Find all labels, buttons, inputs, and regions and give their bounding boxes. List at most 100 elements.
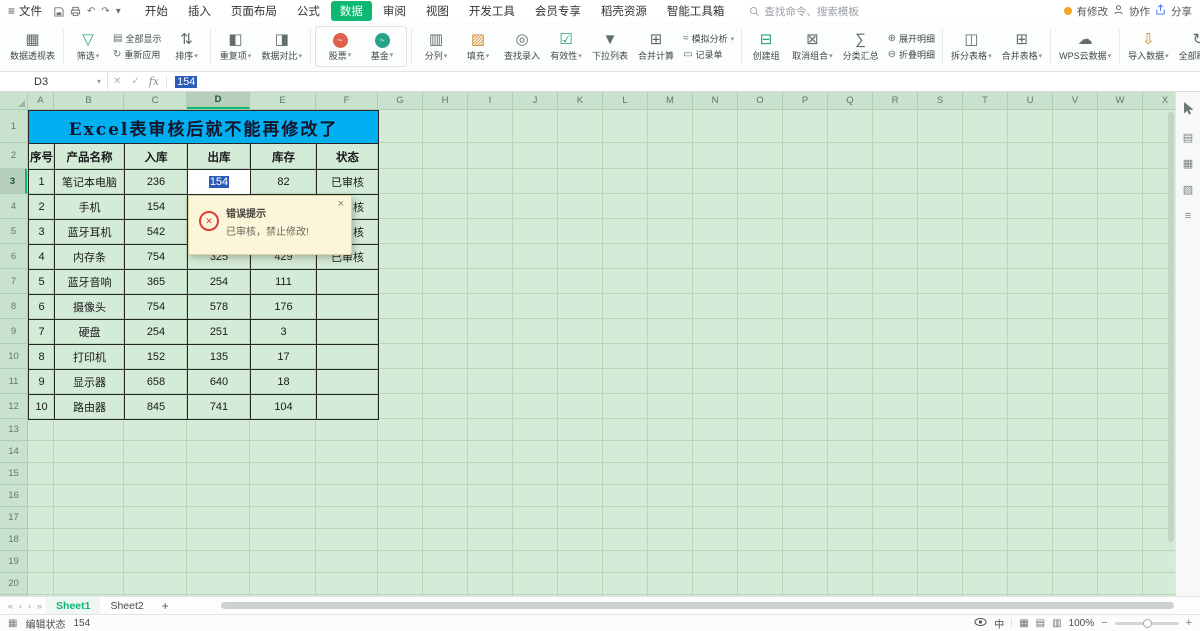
ribbon-button-数据透视表[interactable]: ▦ 数据透视表 (6, 24, 59, 69)
ribbon-button-模拟分析[interactable]: ≈ 模拟分析 ▾ (683, 32, 734, 45)
cell-C4[interactable]: 154 (125, 195, 188, 220)
rail-panel-icon-3[interactable]: ▧ (1183, 185, 1193, 196)
header-cell-出库[interactable]: 出库 (188, 144, 251, 170)
column-header-G[interactable]: G (378, 92, 423, 109)
file-menu[interactable]: 文件 (19, 3, 42, 19)
header-cell-产品名称[interactable]: 产品名称 (55, 144, 125, 170)
column-header-W[interactable]: W (1098, 92, 1143, 109)
cell-E10[interactable]: 17 (251, 345, 317, 370)
page-layout-view-icon[interactable]: ▤ (1036, 618, 1045, 629)
cell-E12[interactable]: 104 (251, 395, 317, 420)
cell-E7[interactable]: 111 (251, 270, 317, 295)
cell-C6[interactable]: 754 (125, 245, 188, 270)
cell-D12[interactable]: 741 (188, 395, 251, 420)
cell-C12[interactable]: 845 (125, 395, 188, 420)
sheet-tab-Sheet1[interactable]: Sheet1 (46, 597, 101, 614)
cell-A6[interactable]: 4 (29, 245, 55, 270)
row-header-20[interactable]: 20 (0, 573, 27, 595)
column-header-Q[interactable]: Q (828, 92, 873, 109)
row-header-15[interactable]: 15 (0, 463, 27, 485)
cancel-edit-icon[interactable]: ✕ (108, 76, 126, 87)
cell-A4[interactable]: 2 (29, 195, 55, 220)
column-header-E[interactable]: E (250, 92, 316, 109)
confirm-edit-icon[interactable]: ✓ (126, 76, 144, 87)
row-header-14[interactable]: 14 (0, 441, 27, 463)
sheet-area[interactable]: ABCDEFGHIJKLMNOPQRSTUVWX 1 2 3 4 5 6 7 8 9 10 11 12… (0, 92, 1175, 596)
column-header-X[interactable]: X (1143, 92, 1175, 109)
ribbon-button-基金[interactable]: ~ 基金 ▾ (362, 27, 402, 66)
undo-icon[interactable]: ↶ (87, 6, 95, 17)
cell-B9[interactable]: 硬盘 (55, 320, 125, 345)
cell-D10[interactable]: 135 (188, 345, 251, 370)
cell-C3[interactable]: 236 (125, 170, 188, 195)
rail-panel-icon-1[interactable]: ▤ (1183, 133, 1193, 144)
cell-C8[interactable]: 754 (125, 295, 188, 320)
header-cell-入库[interactable]: 入库 (125, 144, 188, 170)
quickbar-more-icon[interactable]: ▾ (116, 6, 121, 17)
column-header-A[interactable]: A (28, 92, 54, 109)
ribbon-button-有效性[interactable]: ☑ 有效性 ▾ (546, 24, 586, 69)
cell-F12[interactable] (317, 395, 379, 420)
normal-view-icon[interactable]: ▦ (1019, 618, 1028, 629)
column-header-F[interactable]: F (316, 92, 378, 109)
ribbon-button-取消组合[interactable]: ⊠ 取消组合 ▾ (788, 24, 837, 69)
cell-A12[interactable]: 10 (29, 395, 55, 420)
column-header-T[interactable]: T (963, 92, 1008, 109)
ribbon-button-全部刷新[interactable]: ↻全部刷新▾ (1175, 24, 1200, 69)
row-header-6[interactable]: 6 (0, 244, 27, 269)
column-header-B[interactable]: B (54, 92, 124, 109)
row-header-1[interactable]: 1 (0, 110, 27, 143)
menu-tab-稻壳资源[interactable]: 稻壳资源 (592, 1, 656, 21)
row-header-13[interactable]: 13 (0, 419, 27, 441)
cell-E3[interactable]: 82 (251, 170, 317, 195)
dialog-close-button[interactable]: × (338, 198, 344, 210)
cell-B5[interactable]: 蓝牙耳机 (55, 220, 125, 245)
header-cell-状态[interactable]: 状态 (317, 144, 379, 170)
horizontal-scroll-thumb[interactable] (220, 602, 1174, 609)
menu-tab-视图[interactable]: 视图 (417, 1, 458, 21)
menu-tab-审阅[interactable]: 审阅 (374, 1, 415, 21)
cell-A5[interactable]: 3 (29, 220, 55, 245)
row-header-10[interactable]: 10 (0, 344, 27, 369)
row-header-4[interactable]: 4 (0, 194, 27, 219)
menu-tab-开发工具[interactable]: 开发工具 (460, 1, 524, 21)
header-cell-序号[interactable]: 序号 (29, 144, 55, 170)
row-header-5[interactable]: 5 (0, 219, 27, 244)
cell-F3[interactable]: 已审核 (317, 170, 379, 195)
row-header-21[interactable]: 21 (0, 595, 27, 596)
ribbon-button-创建组[interactable]: ⊟ 创建组 (746, 24, 786, 69)
header-cell-库存[interactable]: 库存 (251, 144, 317, 170)
menu-tab-公式[interactable]: 公式 (288, 1, 329, 21)
cell-B4[interactable]: 手机 (55, 195, 125, 220)
cell-C5[interactable]: 542 (125, 220, 188, 245)
save-icon[interactable] (53, 6, 64, 17)
column-header-O[interactable]: O (738, 92, 783, 109)
horizontal-scrollbar[interactable] (217, 601, 1184, 610)
vertical-scroll-thumb[interactable] (1168, 112, 1174, 542)
cell-A8[interactable]: 6 (29, 295, 55, 320)
zoom-slider[interactable] (1114, 618, 1179, 628)
row-header-19[interactable]: 19 (0, 551, 27, 573)
ribbon-button-展开明细[interactable]: ⊕ 展开明细 (888, 32, 935, 45)
ribbon-button-分列[interactable]: ▥ 分列 ▾ (416, 24, 456, 69)
cell-F11[interactable] (317, 370, 379, 395)
cell-A11[interactable]: 9 (29, 370, 55, 395)
sheet-nav-next-icon[interactable]: › (26, 601, 33, 611)
row-header-16[interactable]: 16 (0, 485, 27, 507)
formula-input[interactable]: 154 (167, 75, 198, 88)
cell-C10[interactable]: 152 (125, 345, 188, 370)
zoom-slider-thumb[interactable] (1142, 618, 1152, 628)
select-cursor-icon[interactable] (1183, 102, 1194, 118)
column-header-J[interactable]: J (513, 92, 558, 109)
name-box[interactable]: D3 ▾ (0, 72, 108, 91)
sheet-nav-prev-icon[interactable]: ‹ (17, 601, 24, 611)
menu-tab-数据[interactable]: 数据 (330, 1, 372, 21)
column-header-U[interactable]: U (1008, 92, 1053, 109)
vertical-scrollbar[interactable] (1167, 110, 1175, 596)
ribbon-button-拆分表格[interactable]: ◫ 拆分表格 ▾ (947, 24, 996, 69)
ribbon-button-导入数据[interactable]: ⇩ 导入数据 ▾ (1124, 24, 1173, 69)
row-header-9[interactable]: 9 (0, 319, 27, 344)
cell-B7[interactable]: 蓝牙音响 (55, 270, 125, 295)
ribbon-button-重新应用[interactable]: ↻ 重新应用 (113, 48, 161, 61)
rail-panel-icon-2[interactable]: ▦ (1183, 159, 1193, 170)
